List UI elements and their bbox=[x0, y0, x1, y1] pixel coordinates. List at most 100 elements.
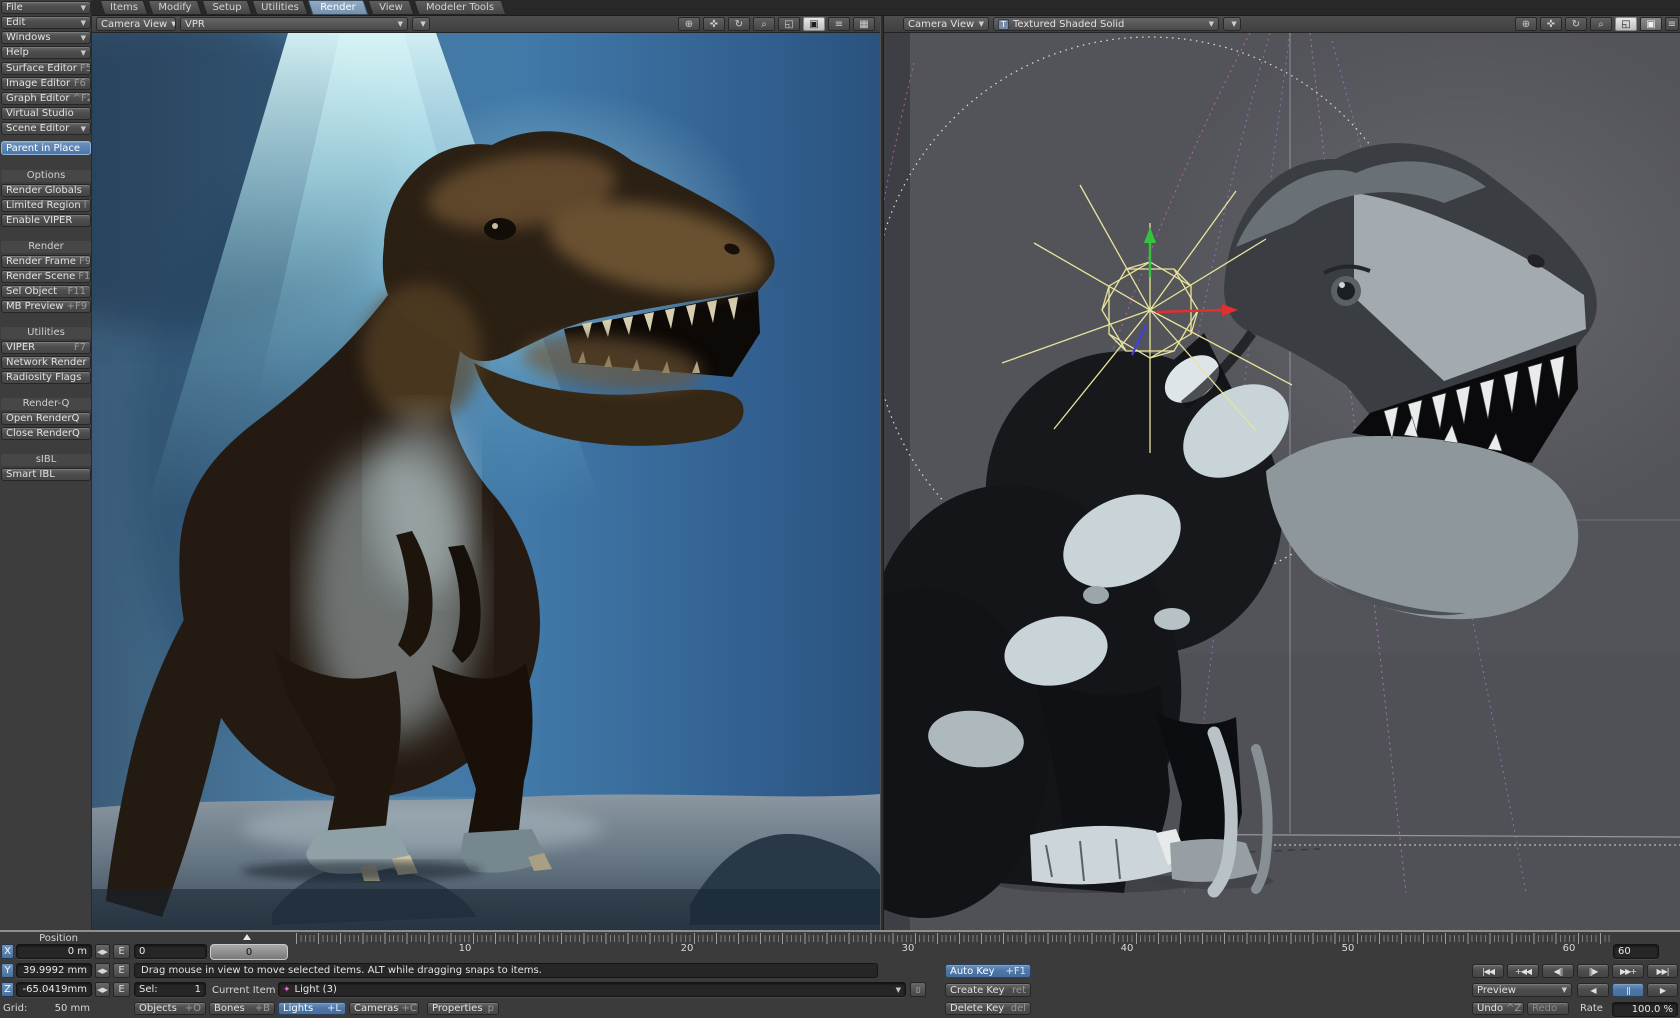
z-envelope-button[interactable]: E bbox=[113, 982, 130, 997]
z-position-field[interactable]: -65.0419mm bbox=[16, 982, 92, 997]
limited-region-button[interactable]: Limited Regionl bbox=[1, 199, 91, 212]
view-menu-icon[interactable]: ≡ bbox=[1665, 17, 1679, 31]
y-axis-chip[interactable]: Y bbox=[1, 963, 14, 978]
pan-view-icon[interactable]: ✜ bbox=[1540, 17, 1562, 31]
center-item-icon[interactable]: ⊕ bbox=[678, 17, 700, 31]
surface-editor-button[interactable]: Surface EditorF5 bbox=[1, 62, 91, 75]
undo-button[interactable]: Undo^Z bbox=[1472, 1002, 1524, 1015]
rate-field[interactable]: 100.0 % bbox=[1612, 1002, 1678, 1017]
tab-render[interactable]: Render bbox=[310, 0, 366, 15]
close-renderq-button[interactable]: Close RenderQ bbox=[1, 427, 91, 440]
go-end-button[interactable]: ▶▶| bbox=[1647, 964, 1678, 978]
item-type-cameras-button[interactable]: Cameras+C bbox=[349, 1002, 419, 1015]
next-key-button[interactable]: ▶▶+ bbox=[1612, 964, 1644, 978]
item-panel-toggle[interactable]: ▯ bbox=[910, 982, 926, 997]
z-stepper[interactable]: ◀▶ bbox=[95, 982, 110, 997]
current-item-dropdown[interactable]: ✦ Light (3) ▼ bbox=[278, 982, 906, 997]
frame-label-40: 40 bbox=[1112, 943, 1142, 954]
shaded-viewport[interactable] bbox=[884, 33, 1680, 930]
smart-ibl-button[interactable]: Smart IBL bbox=[1, 468, 91, 481]
right-viewport-options-dropdown[interactable]: ▼ bbox=[1223, 17, 1241, 31]
prev-key-button[interactable]: +◀◀ bbox=[1507, 964, 1539, 978]
virtual-studio-button[interactable]: Virtual Studio bbox=[1, 107, 91, 120]
shortcut-label: F11 bbox=[65, 286, 86, 297]
menu-file[interactable]: File▼ bbox=[1, 1, 91, 14]
open-renderq-button[interactable]: Open RenderQ bbox=[1, 412, 91, 425]
item-type-bones-button[interactable]: Bones+B bbox=[209, 1002, 275, 1015]
render-frame-button[interactable]: Render FrameF9 bbox=[1, 255, 91, 268]
step-back-frame-button[interactable]: ◀|| bbox=[1542, 964, 1574, 978]
maximize-view-icon[interactable]: ▦ bbox=[853, 17, 875, 31]
button-label: Network Render bbox=[6, 357, 87, 368]
menu-edit[interactable]: Edit▼ bbox=[1, 16, 91, 29]
rotate-view-icon[interactable]: ↻ bbox=[1565, 17, 1587, 31]
preview-dropdown[interactable]: Preview▼ bbox=[1472, 983, 1572, 997]
rotate-view-icon[interactable]: ↻ bbox=[728, 17, 750, 31]
mb-preview-button[interactable]: MB Preview+F9 bbox=[1, 300, 91, 313]
scene-editor-button[interactable]: Scene Editor▼ bbox=[1, 122, 91, 135]
tab-modeler-tools[interactable]: Modeler Tools bbox=[416, 0, 504, 15]
right-view-type-dropdown[interactable]: Camera View▼ bbox=[903, 17, 989, 31]
pan-view-icon[interactable]: ✜ bbox=[703, 17, 725, 31]
step-fwd-frame-button[interactable]: ||▶ bbox=[1577, 964, 1609, 978]
x-axis-chip[interactable]: X bbox=[1, 944, 14, 959]
play-reverse-button[interactable]: ◀ bbox=[1577, 983, 1609, 997]
left-render-mode-dropdown[interactable]: VPR▼ bbox=[180, 17, 408, 31]
tab-view[interactable]: View bbox=[370, 0, 412, 15]
center-item-icon[interactable]: ⊕ bbox=[1515, 17, 1537, 31]
tab-items[interactable]: Items bbox=[102, 0, 146, 15]
pause-button[interactable]: || bbox=[1612, 983, 1644, 997]
right-render-mode-dropdown[interactable]: TTextured Shaded Solid▼ bbox=[993, 17, 1219, 31]
tab-utilities[interactable]: Utilities bbox=[254, 0, 306, 15]
y-position-field[interactable]: 39.9992 mm bbox=[16, 963, 92, 978]
redo-button[interactable]: Redo bbox=[1527, 1002, 1569, 1015]
tab-setup[interactable]: Setup bbox=[204, 0, 250, 15]
fit-view-icon[interactable]: ◱ bbox=[1615, 17, 1637, 31]
render-globals-button[interactable]: Render Globals bbox=[1, 184, 91, 197]
menu-windows[interactable]: Windows▼ bbox=[1, 31, 91, 44]
current-frame-field[interactable]: 0 bbox=[134, 944, 207, 959]
create-key-button[interactable]: Create Keyret bbox=[945, 983, 1031, 997]
x-position-field[interactable]: 0 m bbox=[16, 944, 92, 959]
parent-in-place-button[interactable]: Parent in Place bbox=[1, 141, 91, 155]
fit-view-icon[interactable]: ◱ bbox=[778, 17, 800, 31]
x-stepper[interactable]: ◀▶ bbox=[95, 944, 110, 959]
radiosity-flags-button[interactable]: Radiosity Flags bbox=[1, 371, 91, 384]
properties-button[interactable]: Propertiesp bbox=[427, 1002, 499, 1015]
zoom-view-icon[interactable]: ⌕ bbox=[753, 17, 775, 31]
play-forward-button[interactable]: ▶ bbox=[1647, 983, 1678, 997]
image-editor-button[interactable]: Image EditorF6 bbox=[1, 77, 91, 90]
viper-button[interactable]: VIPERF7 bbox=[1, 341, 91, 354]
y-envelope-button[interactable]: E bbox=[113, 963, 130, 978]
button-label: Scene Editor bbox=[6, 123, 69, 134]
view-menu-icon[interactable]: ≡ bbox=[828, 17, 850, 31]
go-start-button[interactable]: |◀◀ bbox=[1472, 964, 1504, 978]
network-render-button[interactable]: Network Render bbox=[1, 356, 91, 369]
section-options: Options bbox=[1, 170, 91, 182]
item-type-lights-button[interactable]: Lights+L bbox=[278, 1002, 346, 1015]
render-scene-button[interactable]: Render SceneF10 bbox=[1, 270, 91, 283]
section-render: Render bbox=[1, 241, 91, 253]
chevron-down-icon: ▼ bbox=[975, 20, 984, 28]
sel-object-button[interactable]: Sel ObjectF11 bbox=[1, 285, 91, 298]
graph-editor-button[interactable]: Graph Editor^F2 bbox=[1, 92, 91, 105]
timeline-slider-handle[interactable]: 0 bbox=[210, 944, 288, 960]
item-type-objects-button[interactable]: Objects+O bbox=[134, 1002, 206, 1015]
y-stepper[interactable]: ◀▶ bbox=[95, 963, 110, 978]
frame-label-50: 50 bbox=[1333, 943, 1363, 954]
delete-key-button[interactable]: Delete Keydel bbox=[945, 1002, 1031, 1015]
auto-key-button[interactable]: Auto Key+F1 bbox=[945, 964, 1031, 978]
camera-icon[interactable]: ▣ bbox=[1640, 17, 1662, 31]
z-axis-chip[interactable]: Z bbox=[1, 982, 14, 997]
tab-modify[interactable]: Modify bbox=[150, 0, 200, 15]
zoom-view-icon[interactable]: ⌕ bbox=[1590, 17, 1612, 31]
left-viewport-options-dropdown[interactable]: ▼ bbox=[412, 17, 430, 31]
left-view-type-dropdown[interactable]: Camera View▼ bbox=[96, 17, 176, 31]
grid-value: 50 mm bbox=[34, 1003, 90, 1014]
end-frame-field[interactable]: 60 bbox=[1613, 944, 1659, 959]
vpr-viewport[interactable] bbox=[92, 33, 880, 930]
camera-icon[interactable]: ▣ bbox=[803, 17, 825, 31]
enable-viper-button[interactable]: Enable VIPER bbox=[1, 214, 91, 227]
x-envelope-button[interactable]: E bbox=[113, 944, 130, 959]
menu-help[interactable]: Help▼ bbox=[1, 46, 91, 59]
